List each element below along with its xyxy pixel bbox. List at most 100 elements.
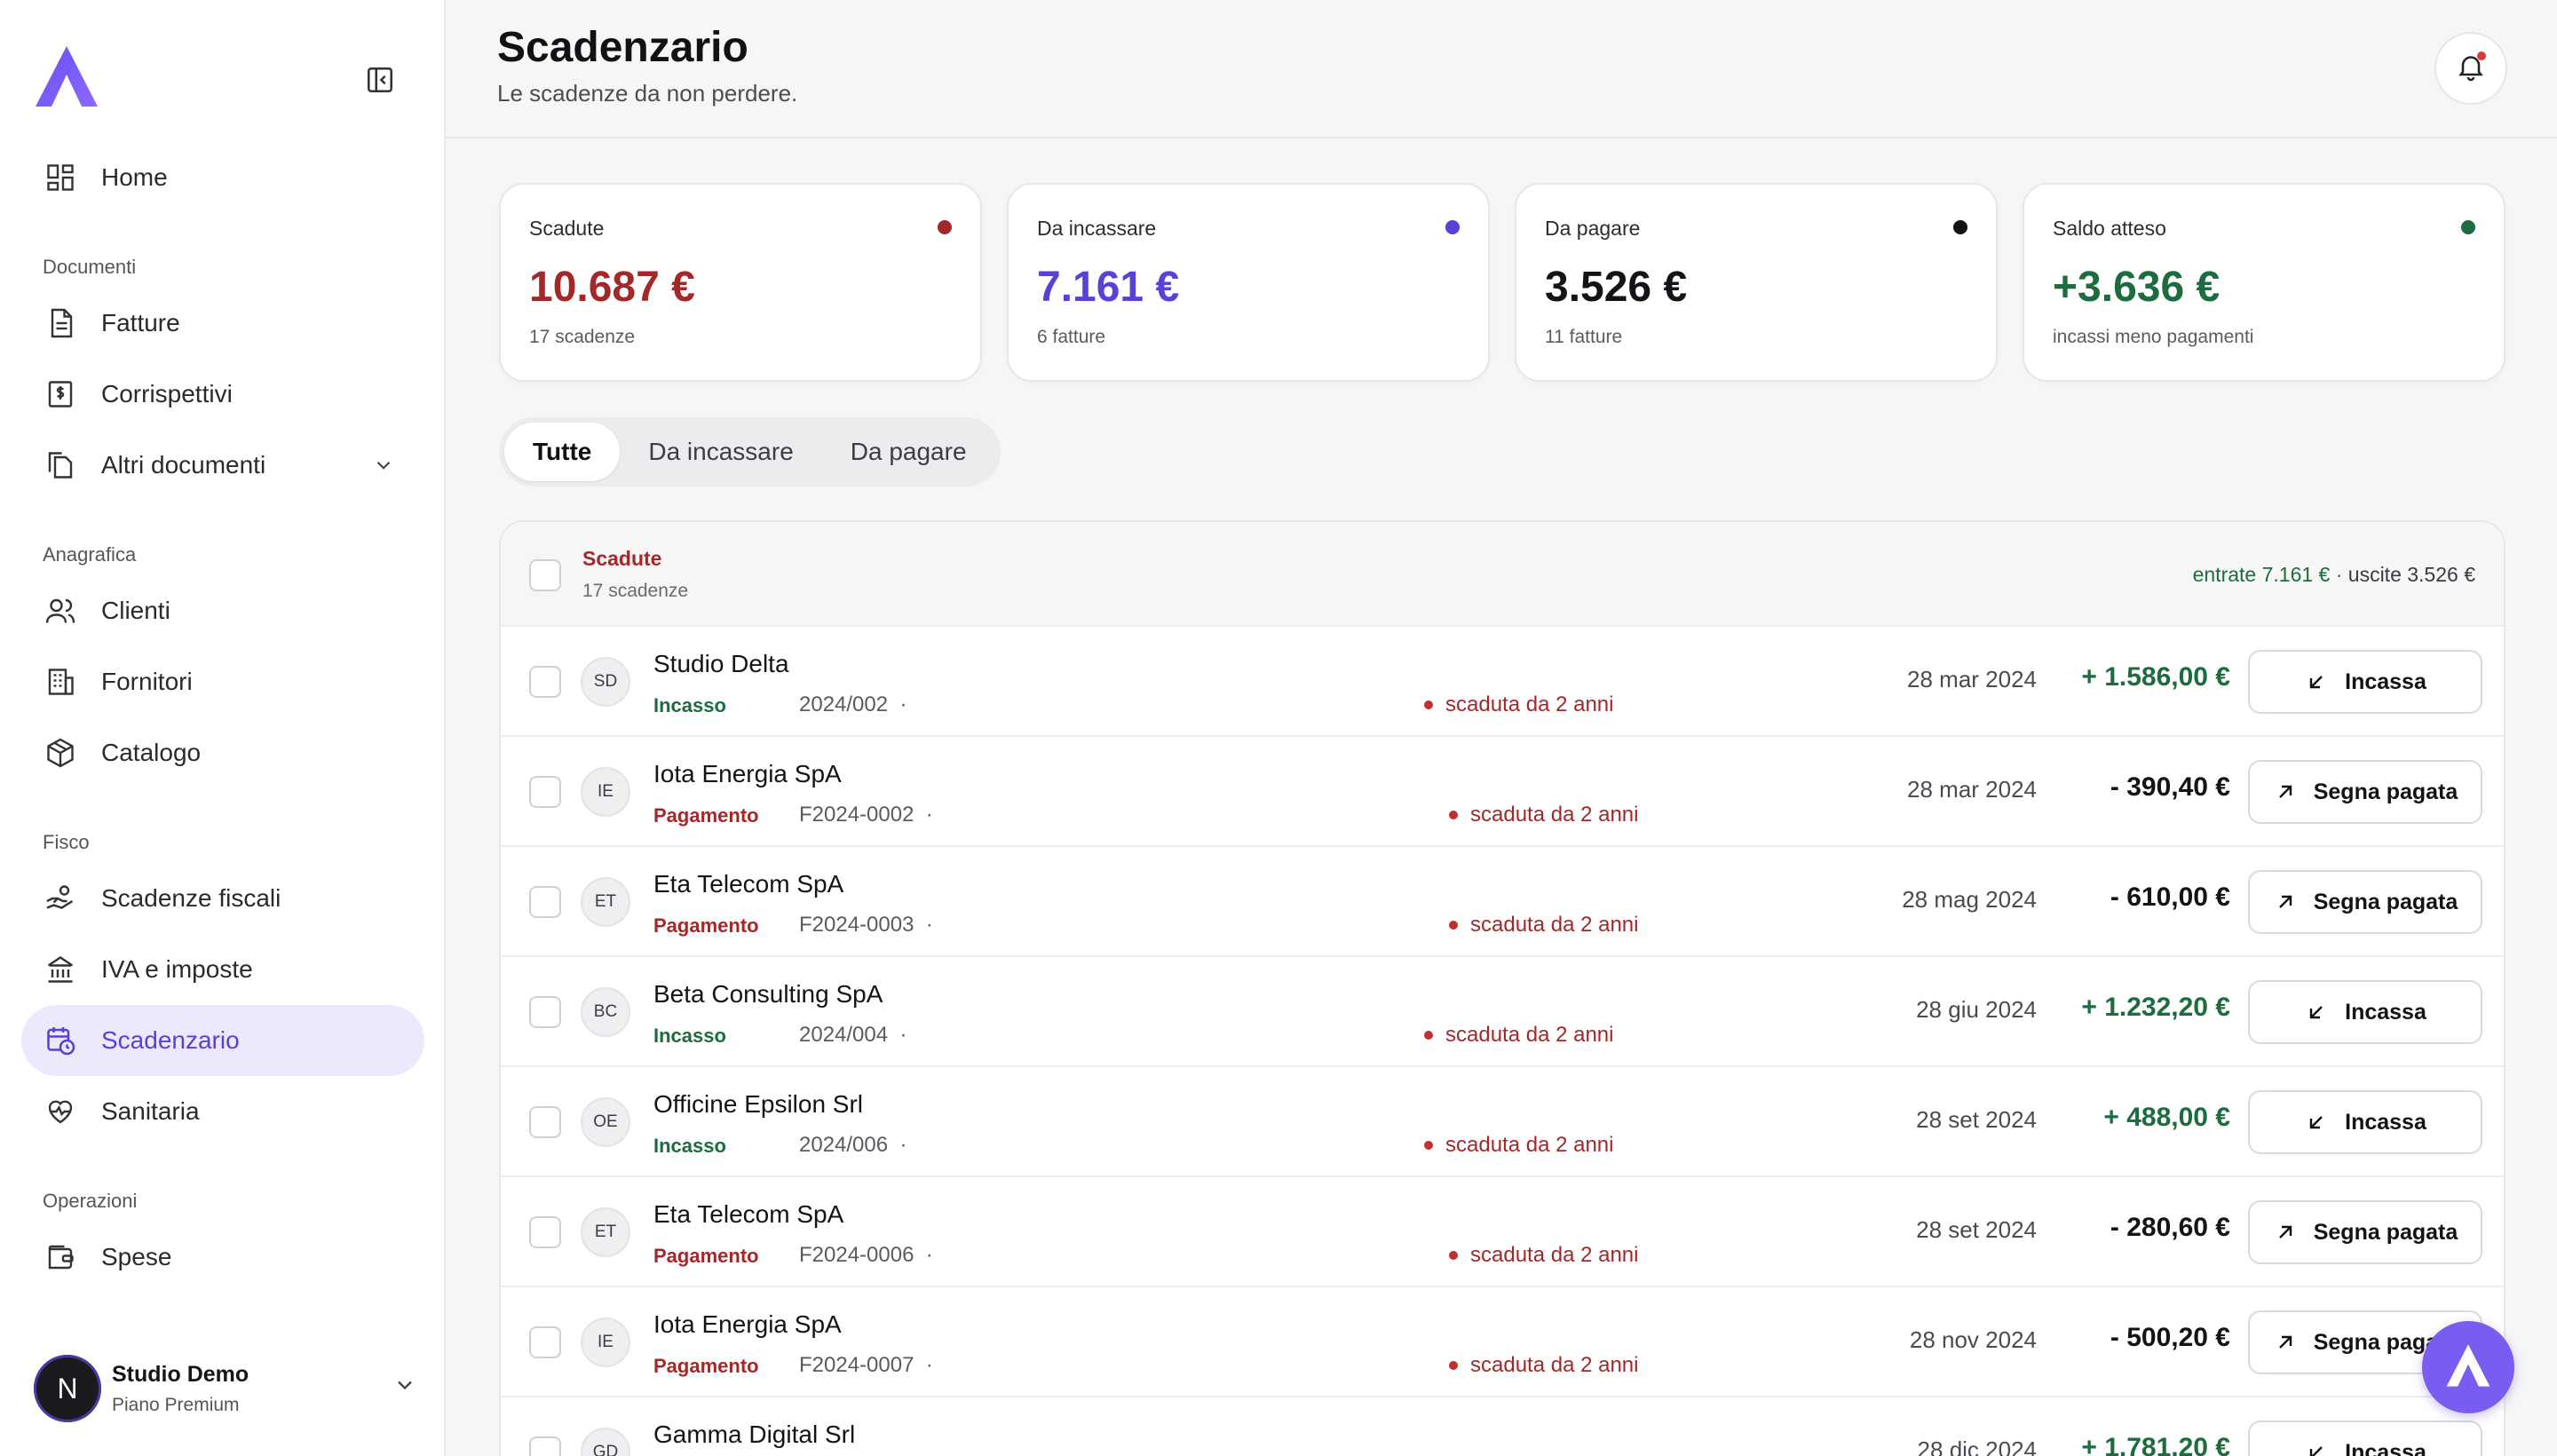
entry-kind: Incasso	[653, 1135, 726, 1157]
counterparty-avatar: SD	[581, 657, 630, 707]
table-row[interactable]: BC Beta Consulting SpA Incasso 2024/004 …	[501, 957, 2504, 1067]
sidebar-item-catalogo[interactable]: Catalogo	[21, 717, 424, 788]
counterparty-name[interactable]: Studio Delta	[653, 650, 789, 678]
due-date: 28 set 2024	[1916, 1216, 2037, 1243]
chevron-down-icon[interactable]	[368, 449, 400, 481]
collect-button[interactable]: Incassa	[2248, 980, 2482, 1044]
tab-da-pagare[interactable]: Da pagare	[822, 423, 995, 481]
due-date: 28 set 2024	[1916, 1106, 2037, 1133]
sidebar-item-spese[interactable]: Spese	[21, 1222, 424, 1293]
collect-button[interactable]: Incassa	[2248, 1090, 2482, 1154]
table-row[interactable]: GD Gamma Digital Srl Incasso 28 dic 2024…	[501, 1397, 2504, 1456]
entry-kind: Pagamento	[653, 914, 759, 937]
user-menu[interactable]: N Studio Demo Piano Premium	[34, 1351, 424, 1426]
card-dot	[2461, 220, 2475, 234]
action-label: Incassa	[2345, 669, 2426, 694]
status-dot	[1424, 700, 1433, 709]
counterparty-name[interactable]: Beta Consulting SpA	[653, 980, 883, 1009]
mark-paid-button[interactable]: Segna pagata	[2248, 1200, 2482, 1264]
counterparty-name[interactable]: Eta Telecom SpA	[653, 870, 843, 898]
amount: + 1.586,00 €	[2081, 662, 2230, 692]
arrow-up-right-icon	[2273, 1220, 2298, 1245]
amount: - 390,40 €	[2110, 772, 2230, 802]
filter-tabs: Tutte Da incassare Da pagare	[499, 417, 1001, 487]
document-number: F2024-0002 ·	[799, 803, 933, 827]
counterparty-avatar: ET	[581, 877, 630, 927]
counterparty-avatar: OE	[581, 1097, 630, 1147]
card-sub: 17 scadenze	[529, 327, 636, 347]
counterparty-name[interactable]: Officine Epsilon Srl	[653, 1090, 863, 1119]
sidebar-item-altri-documenti[interactable]: Altri documenti	[21, 430, 424, 501]
sidebar-item-label: Catalogo	[101, 739, 202, 766]
collapse-sidebar-icon[interactable]	[362, 62, 398, 98]
card-saldo-atteso[interactable]: Saldo atteso +3.636 € incassi meno pagam…	[2023, 183, 2506, 382]
overdue-status-text: scaduta da 2 anni	[1445, 1133, 1614, 1157]
overdue-status-text: scaduta da 2 anni	[1470, 1243, 1639, 1267]
sidebar-item-home[interactable]: Home	[21, 142, 424, 213]
sidebar-item-iva-imposte[interactable]: IVA e imposte	[21, 934, 424, 1005]
card-da-pagare[interactable]: Da pagare 3.526 € 11 fatture	[1515, 183, 1998, 382]
row-checkbox[interactable]	[529, 1326, 561, 1358]
tab-tutte[interactable]: Tutte	[504, 423, 621, 481]
table-row[interactable]: OE Officine Epsilon Srl Incasso 2024/006…	[501, 1067, 2504, 1177]
sidebar-item-fatture[interactable]: Fatture	[21, 288, 424, 359]
sidebar-item-scadenze-fiscali[interactable]: Scadenze fiscali	[21, 863, 424, 934]
card-dot	[1445, 220, 1460, 234]
counterparty-name[interactable]: Eta Telecom SpA	[653, 1200, 843, 1229]
sidebar-item-fornitori[interactable]: Fornitori	[21, 646, 424, 717]
row-checkbox[interactable]	[529, 1216, 561, 1248]
action-label: Incassa	[2345, 1439, 2426, 1456]
card-label: Scadute	[529, 217, 605, 240]
card-da-incassare[interactable]: Da incassare 7.161 € 6 fatture	[1007, 183, 1490, 382]
mark-paid-button[interactable]: Segna pagata	[2248, 760, 2482, 824]
group-count: 17 scadenze	[582, 581, 689, 601]
sidebar-item-scadenzario[interactable]: Scadenzario	[21, 1005, 424, 1076]
card-label: Da incassare	[1037, 217, 1157, 240]
counterparty-name[interactable]: Gamma Digital Srl	[653, 1420, 855, 1449]
overdue-status-text: scaduta da 2 anni	[1470, 1353, 1639, 1377]
deadlines-table: Scadute 17 scadenze entrate 7.161 € · us…	[499, 520, 2506, 1456]
table-row[interactable]: SD Studio Delta Incasso 2024/002 · scadu…	[501, 627, 2504, 737]
notifications-button[interactable]	[2434, 32, 2507, 105]
sidebar-item-corrispettivi[interactable]: Corrispettivi	[21, 359, 424, 430]
sidebar-item-clienti[interactable]: Clienti	[21, 575, 424, 646]
table-row[interactable]: IE Iota Energia SpA Pagamento F2024-0002…	[501, 737, 2504, 847]
row-checkbox[interactable]	[529, 886, 561, 918]
counterparty-name[interactable]: Iota Energia SpA	[653, 1310, 842, 1339]
card-value: 7.161 €	[1037, 264, 1180, 311]
chevron-down-icon[interactable]	[392, 1373, 417, 1402]
calendar-clock-icon	[43, 1023, 78, 1058]
status-dot	[1424, 1141, 1433, 1150]
table-row[interactable]: ET Eta Telecom SpA Pagamento F2024-0006 …	[501, 1177, 2504, 1287]
amount: + 488,00 €	[2103, 1103, 2230, 1132]
card-label: Da pagare	[1545, 217, 1641, 240]
page-title: Scadenzario	[497, 24, 748, 71]
row-checkbox[interactable]	[529, 996, 561, 1028]
section-operazioni: Operazioni	[43, 1190, 138, 1212]
sidebar-item-label: Scadenze fiscali	[101, 884, 281, 912]
mark-paid-button[interactable]: Segna pagata	[2248, 870, 2482, 934]
document-number-value: 2024/004	[799, 1023, 889, 1047]
sidebar: Home Documenti Fatture Corrispettivi Alt…	[0, 0, 446, 1456]
sidebar-item-label: Sanitaria	[101, 1097, 200, 1125]
sidebar-item-sanitaria[interactable]: Sanitaria	[21, 1076, 424, 1147]
row-checkbox[interactable]	[529, 1436, 561, 1456]
action-label: Segna pagata	[2313, 889, 2458, 914]
row-checkbox[interactable]	[529, 666, 561, 698]
tab-da-incassare[interactable]: Da incassare	[620, 423, 821, 481]
app-logo[interactable]	[34, 44, 99, 108]
section-fisco: Fisco	[43, 831, 90, 853]
section-documenti: Documenti	[43, 256, 137, 278]
card-scadute[interactable]: Scadute 10.687 € 17 scadenze	[499, 183, 982, 382]
wallet-icon	[43, 1239, 78, 1275]
select-all-checkbox[interactable]	[529, 559, 561, 591]
action-label: Segna pagata	[2313, 779, 2458, 804]
collect-button[interactable]: Incassa	[2248, 650, 2482, 714]
counterparty-name[interactable]: Iota Energia SpA	[653, 760, 842, 788]
table-row[interactable]: ET Eta Telecom SpA Pagamento F2024-0003 …	[501, 847, 2504, 957]
collect-button[interactable]: Incassa	[2248, 1420, 2482, 1456]
row-checkbox[interactable]	[529, 1106, 561, 1138]
table-row[interactable]: IE Iota Energia SpA Pagamento F2024-0007…	[501, 1287, 2504, 1397]
assistant-button[interactable]	[2422, 1321, 2514, 1413]
row-checkbox[interactable]	[529, 776, 561, 808]
